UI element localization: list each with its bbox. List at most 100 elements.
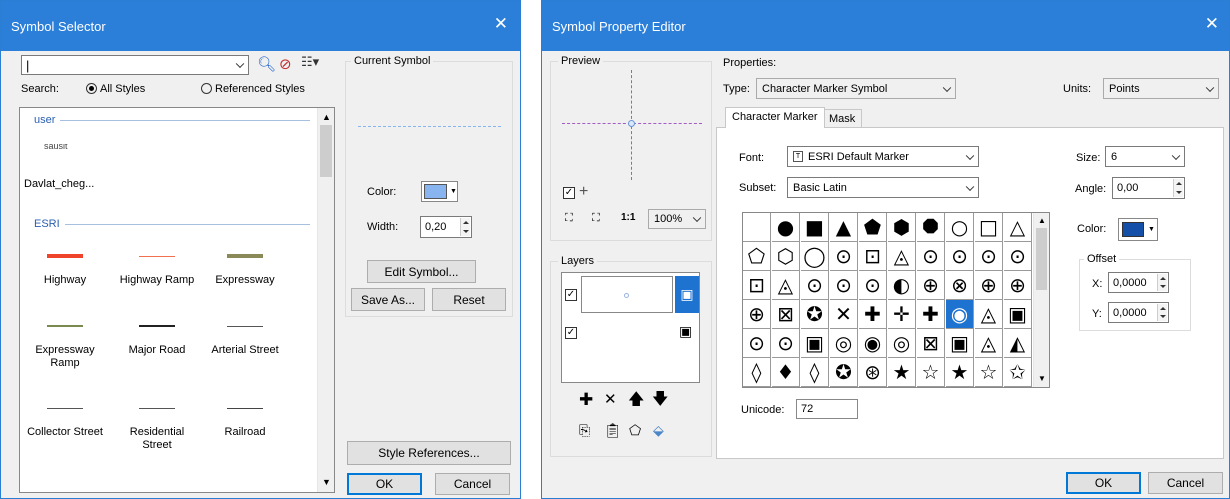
- glyph-cell[interactable]: ▣: [1004, 300, 1032, 329]
- glyph-cell[interactable]: ⊙: [830, 242, 858, 271]
- spin-icon[interactable]: [1157, 274, 1167, 291]
- tab-character-marker[interactable]: Character Marker: [725, 107, 825, 128]
- glyph-cell[interactable]: ⊙: [801, 271, 829, 300]
- glyph-cell[interactable]: ☆: [917, 358, 945, 387]
- partial-item[interactable]: sausit: [44, 144, 68, 150]
- list-item[interactable]: Arterial Street: [200, 318, 290, 357]
- search-icon[interactable]: 🔍︎: [257, 57, 276, 72]
- layer-1-lock-icon[interactable]: ▣: [675, 276, 699, 313]
- glyph-cell[interactable]: ⊙: [946, 242, 974, 271]
- radio-referenced-styles[interactable]: Referenced Styles: [201, 83, 305, 95]
- list-item[interactable]: Highway: [20, 248, 110, 287]
- glyph-cell[interactable]: ✛: [888, 300, 916, 329]
- spin-icon[interactable]: [460, 218, 470, 236]
- glyph-cell[interactable]: ⬠: [743, 242, 771, 271]
- glyph-cell[interactable]: ⊙: [772, 329, 800, 358]
- glyph-cell[interactable]: ⊕: [975, 271, 1003, 300]
- glyph-cell[interactable]: ★: [888, 358, 916, 387]
- add-layer-icon[interactable]: ✚: [579, 392, 593, 409]
- glyph-cell[interactable]: ■: [801, 213, 829, 242]
- save-as-button[interactable]: Save As...: [351, 288, 425, 311]
- glyph-cell[interactable]: ✚: [917, 300, 945, 329]
- move-down-icon[interactable]: 🡇: [652, 391, 668, 407]
- scroll-up-icon[interactable]: ▲: [1038, 216, 1046, 225]
- glyph-cell[interactable]: ⊡: [743, 271, 771, 300]
- tab-mask[interactable]: Mask: [822, 109, 863, 128]
- glyph-cell[interactable]: ☆: [975, 358, 1003, 387]
- glyph-cell[interactable]: ⊙: [743, 329, 771, 358]
- grid-scrollbar[interactable]: ▲ ▼: [1033, 213, 1049, 387]
- list-item[interactable]: Highway Ramp: [112, 248, 202, 287]
- glyph-cell[interactable]: [743, 213, 771, 242]
- glyph-cell[interactable]: ✚: [859, 300, 887, 329]
- close-icon[interactable]: ✕: [494, 15, 508, 32]
- layer-1-preview[interactable]: [581, 276, 673, 313]
- glyph-cell[interactable]: ◉: [946, 300, 974, 329]
- copy-layer-icon[interactable]: ⎘: [579, 424, 590, 438]
- style-references-button[interactable]: Style References...: [347, 441, 511, 465]
- subset-select[interactable]: Basic Latin: [787, 177, 979, 198]
- width-spinner[interactable]: 0,20: [420, 216, 472, 238]
- cancel-button[interactable]: Cancel: [435, 473, 510, 495]
- glyph-cell[interactable]: ⊙: [859, 271, 887, 300]
- glyph-cell[interactable]: ⊠: [917, 329, 945, 358]
- glyph-cell[interactable]: ●: [772, 213, 800, 242]
- list-item[interactable]: Collector Street: [20, 400, 110, 439]
- list-scrollbar[interactable]: ▲ ▼: [317, 108, 334, 492]
- move-up-icon[interactable]: 🡅: [628, 391, 644, 407]
- layer-properties-icon[interactable]: ⬠: [629, 424, 641, 438]
- glyph-cell[interactable]: ◊: [743, 358, 771, 387]
- layers-list[interactable]: ✓ ▣ ✓ ▣: [561, 272, 700, 383]
- scroll-thumb[interactable]: [320, 125, 332, 177]
- scroll-down-icon[interactable]: ▼: [322, 477, 331, 487]
- glyph-cell[interactable]: ◭: [1004, 329, 1032, 358]
- glyph-cell[interactable]: ✪: [801, 300, 829, 329]
- plus-icon[interactable]: +: [579, 183, 588, 201]
- glyph-cell[interactable]: ⊛: [859, 358, 887, 387]
- layer-2-lock-icon[interactable]: ▣: [679, 323, 692, 340]
- symbol-color-picker[interactable]: ▼: [421, 181, 458, 202]
- ok-button[interactable]: OK: [347, 473, 422, 495]
- spin-icon[interactable]: [1157, 304, 1167, 321]
- edit-symbol-button[interactable]: Edit Symbol...: [367, 260, 476, 283]
- ok-button[interactable]: OK: [1066, 472, 1141, 494]
- list-item[interactable]: Major Road: [112, 318, 202, 357]
- zoom-one-to-one-icon[interactable]: 1:1: [621, 212, 635, 223]
- tag-icon[interactable]: ⬙: [653, 424, 664, 438]
- scroll-down-icon[interactable]: ▼: [1038, 374, 1046, 383]
- glyph-cell[interactable]: ⬡: [772, 242, 800, 271]
- x-offset-spinner[interactable]: 0,0000: [1108, 272, 1169, 293]
- list-item[interactable]: Expressway Ramp: [20, 318, 110, 370]
- glyph-cell[interactable]: ▲: [830, 213, 858, 242]
- glyph-cell[interactable]: ♦: [772, 358, 800, 387]
- glyph-cell[interactable]: ◬: [772, 271, 800, 300]
- list-item[interactable]: Railroad: [200, 400, 290, 439]
- paste-layer-icon[interactable]: 📋︎: [604, 424, 622, 438]
- zoom-select[interactable]: 100%: [648, 209, 706, 229]
- units-select[interactable]: Points: [1103, 78, 1219, 99]
- character-grid[interactable]: ● ■ ▲ ⬟ ⬢ ⯃ ○ □ △ ⬠ ⬡ ◯ ⊙ ⊡ ◬ ⊙ ⊙ ⊙ ⊙ ⊡ ◬ ⊙ ⊙ ⊙ ◐ ⊕ ⊗ ⊕ ⊕ ⊕ ⊠ ✪ ✕ ✚ ✛ ✚ ◉ ◬ ▣ ⊙…: [742, 212, 1050, 388]
- zoom-extent-icon[interactable]: ⛶: [592, 212, 600, 225]
- unicode-input[interactable]: 72: [796, 399, 858, 419]
- glyph-cell[interactable]: ⊙: [1004, 242, 1032, 271]
- glyph-cell[interactable]: ⬟: [859, 213, 887, 242]
- glyph-cell[interactable]: ⊕: [1004, 271, 1032, 300]
- search-input[interactable]: |: [21, 55, 249, 75]
- glyph-cell[interactable]: ✕: [830, 300, 858, 329]
- glyph-cell[interactable]: ◯: [801, 242, 829, 271]
- glyph-cell[interactable]: □: [975, 213, 1003, 242]
- glyph-cell[interactable]: ⊠: [772, 300, 800, 329]
- glyph-cell[interactable]: ▣: [801, 329, 829, 358]
- glyph-cell[interactable]: ◊: [801, 358, 829, 387]
- glyph-cell[interactable]: ⊡: [859, 242, 887, 271]
- font-select[interactable]: T ESRI Default Marker: [787, 146, 979, 167]
- glyph-cell[interactable]: ⊗: [946, 271, 974, 300]
- clear-search-icon[interactable]: ⊘: [279, 57, 292, 72]
- reset-button[interactable]: Reset: [432, 288, 506, 311]
- angle-spinner[interactable]: 0,00: [1112, 177, 1185, 199]
- symbol-list[interactable]: user sausit Davlat_cheg... ESRI Highway H…: [19, 107, 335, 493]
- marker-color-picker[interactable]: ▼: [1118, 218, 1158, 241]
- zoom-fit-icon[interactable]: ⛶: [565, 212, 573, 225]
- glyph-cell[interactable]: △: [1004, 213, 1032, 242]
- glyph-cell[interactable]: ✪: [830, 358, 858, 387]
